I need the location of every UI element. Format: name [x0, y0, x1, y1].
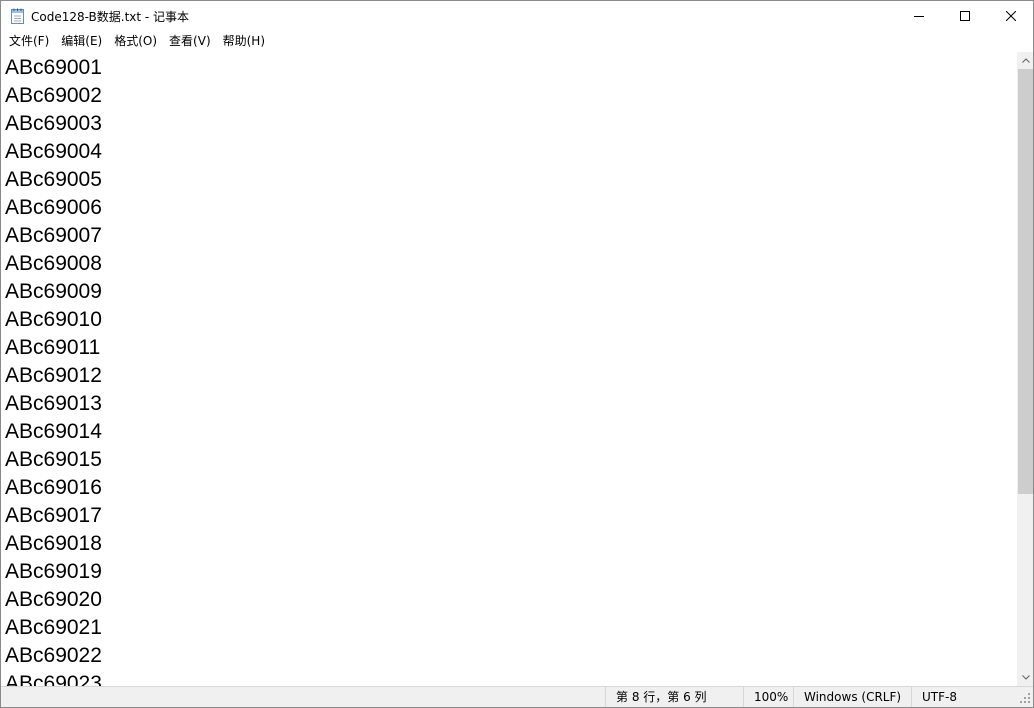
notepad-window: Code128-B数据.txt - 记事本 文件(F) 编辑(E) 格式(O) … [0, 0, 1034, 708]
text-line[interactable]: ABc69003 [5, 110, 102, 138]
title-bar[interactable]: Code128-B数据.txt - 记事本 [1, 1, 1033, 31]
zoom-level: 100% [743, 687, 793, 707]
text-line[interactable]: ABc69021 [5, 614, 102, 642]
menu-help[interactable]: 帮助(H) [217, 31, 271, 51]
minimize-button[interactable] [896, 1, 942, 31]
text-line[interactable]: ABc69011 [5, 334, 102, 362]
text-editor[interactable]: ABc69001 ABc69002 ABc69003 ABc69004 ABc6… [1, 52, 1017, 686]
vertical-scrollbar[interactable] [1017, 52, 1033, 686]
text-line[interactable]: ABc69020 [5, 586, 102, 614]
text-line[interactable]: ABc69005 [5, 166, 102, 194]
text-line[interactable]: ABc69006 [5, 194, 102, 222]
text-lines: ABc69001 ABc69002 ABc69003 ABc69004 ABc6… [5, 54, 102, 686]
text-line[interactable]: ABc69014 [5, 418, 102, 446]
cursor-position: 第 8 行，第 6 列 [605, 687, 743, 707]
text-line[interactable]: ABc69016 [5, 474, 102, 502]
menu-file[interactable]: 文件(F) [3, 31, 55, 51]
text-line[interactable]: ABc69022 [5, 642, 102, 670]
window-title: Code128-B数据.txt - 记事本 [31, 10, 190, 24]
maximize-button[interactable] [942, 1, 988, 31]
scroll-down-button[interactable] [1017, 669, 1033, 686]
text-line[interactable]: ABc69018 [5, 530, 102, 558]
text-line[interactable]: ABc69017 [5, 502, 102, 530]
maximize-icon [960, 11, 970, 21]
text-line[interactable]: ABc69002 [5, 82, 102, 110]
scroll-up-button[interactable] [1017, 52, 1033, 69]
line-ending: Windows (CRLF) [793, 687, 911, 707]
menu-view[interactable]: 查看(V) [163, 31, 217, 51]
menu-edit[interactable]: 编辑(E) [55, 31, 108, 51]
scroll-thumb[interactable] [1018, 69, 1033, 494]
text-line[interactable]: ABc69004 [5, 138, 102, 166]
close-button[interactable] [988, 1, 1033, 31]
menu-bar: 文件(F) 编辑(E) 格式(O) 查看(V) 帮助(H) [1, 31, 1033, 51]
notepad-icon [11, 8, 24, 24]
status-bar: 第 8 行，第 6 列 100% Windows (CRLF) UTF-8 [1, 686, 1033, 707]
text-line[interactable]: ABc69010 [5, 306, 102, 334]
text-line[interactable]: ABc69012 [5, 362, 102, 390]
minimize-icon [914, 16, 924, 17]
text-line[interactable]: ABc69015 [5, 446, 102, 474]
text-line[interactable]: ABc69001 [5, 54, 102, 82]
text-line[interactable]: ABc69008 [5, 250, 102, 278]
text-line[interactable]: ABc69007 [5, 222, 102, 250]
resize-grip-icon[interactable] [1019, 692, 1031, 704]
chevron-down-icon [1021, 675, 1030, 680]
chevron-up-icon [1021, 58, 1030, 63]
text-line[interactable]: ABc69019 [5, 558, 102, 586]
encoding: UTF-8 [911, 687, 1016, 707]
close-icon [1006, 11, 1016, 21]
text-line[interactable]: ABc69009 [5, 278, 102, 306]
menu-format[interactable]: 格式(O) [108, 31, 163, 51]
text-line[interactable]: ABc69023 [5, 670, 102, 686]
text-line[interactable]: ABc69013 [5, 390, 102, 418]
